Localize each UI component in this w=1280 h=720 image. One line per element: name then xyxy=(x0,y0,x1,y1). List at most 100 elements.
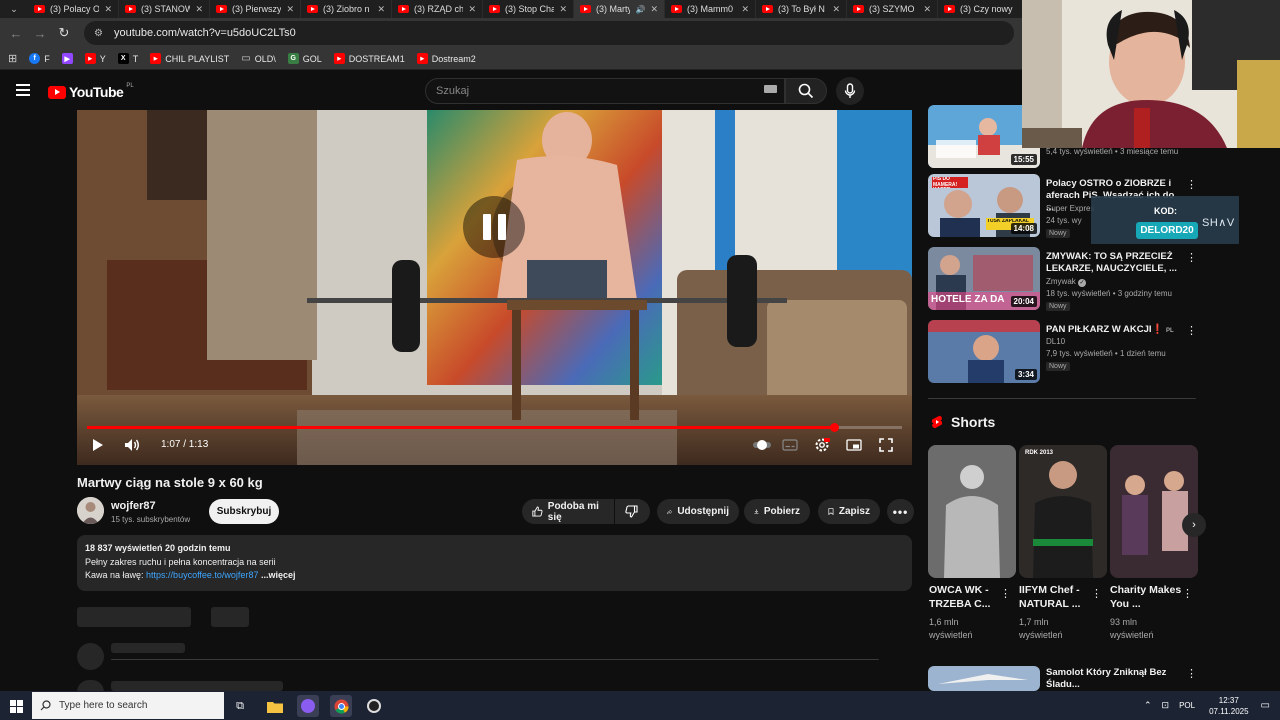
bookmark-gol[interactable]: G GOL xyxy=(287,53,322,64)
search-button[interactable] xyxy=(785,78,827,104)
clock[interactable]: 12:37 07.11.2025 xyxy=(1209,695,1248,717)
progress-scrubber[interactable] xyxy=(829,423,839,432)
recommended-video[interactable]: 3:34 PAN PIŁKARZ W AKCJI❗ PL DL10 7,9 ty… xyxy=(928,320,1198,385)
close-icon[interactable]: ✕ xyxy=(832,4,840,15)
bookmark-x[interactable]: XT xyxy=(117,53,138,64)
share-button[interactable]: Udostępnij xyxy=(657,499,739,524)
menu-icon[interactable] xyxy=(16,84,30,96)
speaker-icon[interactable]: 🔊 xyxy=(635,5,645,14)
tab-search-chevron-icon[interactable]: ⌄ xyxy=(0,0,28,18)
reload-icon[interactable]: ↻ xyxy=(52,21,76,45)
description-box[interactable]: 18 837 wyświetleń 20 godzin temu Pełny z… xyxy=(77,535,912,591)
browser-tab[interactable]: (3) Polacy O ✕ xyxy=(28,0,119,18)
save-button[interactable]: Zapisz xyxy=(818,499,880,524)
browser-tab[interactable]: (3) STANOW ✕ xyxy=(119,0,210,18)
obs-app-icon[interactable] xyxy=(363,695,385,717)
fullscreen-button[interactable] xyxy=(877,437,895,453)
browser-tab[interactable]: (3) SZYMO ✕ xyxy=(847,0,938,18)
back-arrow-icon[interactable]: ← xyxy=(4,21,28,45)
more-vertical-icon[interactable]: ⋮ xyxy=(1186,667,1197,680)
pause-indicator-icon[interactable] xyxy=(463,196,525,258)
settings-button[interactable] xyxy=(813,437,831,453)
youtube-logo[interactable]: YouTube PL xyxy=(48,83,134,100)
close-icon[interactable]: ✕ xyxy=(468,4,476,15)
browser-tab[interactable]: (3) Pierwszy ✕ xyxy=(210,0,301,18)
show-more-link[interactable]: ...więcej xyxy=(258,570,296,580)
play-button[interactable] xyxy=(90,437,106,453)
download-button[interactable]: Pobierz xyxy=(744,499,810,524)
recommended-video[interactable]: Samolot Który Zniknął Bez Śladu... ⋮ xyxy=(928,666,1198,691)
subtitles-button[interactable] xyxy=(781,438,799,452)
site-settings-icon[interactable]: ⚙ xyxy=(94,27,106,39)
bookmark-dostream2[interactable]: ▶ Dostream2 xyxy=(416,53,476,64)
close-icon[interactable]: ✕ xyxy=(286,4,294,15)
short-thumbnail[interactable] xyxy=(1110,445,1198,578)
dislike-button[interactable] xyxy=(615,499,650,524)
bookmark-dostream1[interactable]: ▶ DOSTREAM1 xyxy=(333,53,405,64)
browser-tab[interactable]: (3) Mamm0 ✕ xyxy=(665,0,756,18)
more-vertical-icon[interactable]: ⋮ xyxy=(1182,587,1193,600)
browser-tab[interactable]: (3) To Był N ✕ xyxy=(756,0,847,18)
autoplay-toggle[interactable] xyxy=(752,438,772,452)
bookmark-chil-playlist[interactable]: ▶ CHIL PLAYLIST xyxy=(150,53,229,64)
chrome-app-icon[interactable] xyxy=(330,695,352,717)
search-input[interactable]: Szukaj xyxy=(425,78,785,104)
video-player[interactable]: 1:07 / 1:13 xyxy=(77,110,912,465)
shorts-next-button[interactable]: › xyxy=(1182,513,1206,537)
apps-grid-icon[interactable]: ⊞ xyxy=(8,52,17,65)
volume-button[interactable] xyxy=(123,437,141,453)
network-icon[interactable]: ⊡ xyxy=(1162,700,1170,711)
forward-arrow-icon[interactable]: → xyxy=(28,21,52,45)
description-link[interactable]: https://buycoffee.to/wojfer87 xyxy=(146,570,258,580)
more-vertical-icon[interactable]: ⋮ xyxy=(1091,587,1102,600)
more-vertical-icon[interactable]: ⋮ xyxy=(1186,324,1197,337)
browser-tab[interactable]: (3) Ziobro n ✕ xyxy=(301,0,392,18)
close-icon[interactable]: ✕ xyxy=(559,4,567,15)
bookmark-twitch[interactable]: ▶ xyxy=(61,53,73,64)
bookmark-label: CHIL PLAYLIST xyxy=(165,53,230,64)
channel-avatar[interactable] xyxy=(77,497,104,524)
progress-bar[interactable] xyxy=(87,423,902,432)
bookmark-facebook[interactable]: fF xyxy=(29,53,50,64)
more-actions-button[interactable]: ••• xyxy=(887,499,914,524)
task-view-icon[interactable]: ⧉ xyxy=(229,695,251,717)
subscribe-button[interactable]: Subskrybuj xyxy=(209,499,279,524)
messenger-app-icon[interactable] xyxy=(297,695,319,717)
voice-search-button[interactable] xyxy=(836,77,864,105)
video-thumbnail[interactable]: HOTELE ZA DA 20:04 xyxy=(928,247,1040,310)
taskbar-search-box[interactable]: Type here to search xyxy=(32,692,224,719)
search-placeholder: Szukaj xyxy=(436,85,470,97)
recommended-video[interactable]: HOTELE ZA DA 20:04 ZMYWAK: TO SĄ PRZECIE… xyxy=(928,247,1198,312)
url-field[interactable]: ⚙ youtube.com/watch?v=u5doUC2LTs0 xyxy=(84,21,1014,45)
more-vertical-icon[interactable]: ⋮ xyxy=(1000,587,1011,600)
close-icon[interactable]: ✕ xyxy=(104,4,112,15)
short-thumbnail[interactable] xyxy=(928,445,1016,578)
bookmark-youtube[interactable]: ▶ Y xyxy=(84,53,106,64)
miniplayer-button[interactable] xyxy=(845,438,863,452)
keyboard-icon[interactable] xyxy=(764,85,777,93)
close-icon[interactable]: ✕ xyxy=(741,4,749,15)
browser-tab[interactable]: (3) Stop Cha ✕ xyxy=(483,0,574,18)
close-icon[interactable]: ✕ xyxy=(650,4,658,15)
close-icon[interactable]: ✕ xyxy=(923,4,931,15)
bookmark-folder-old[interactable]: ▭ OLD\ xyxy=(241,53,275,64)
like-button[interactable]: Podoba mi się xyxy=(522,499,614,524)
channel-name[interactable]: wojfer87 xyxy=(111,500,156,512)
browser-tab[interactable]: (3) RZĄD ch ✕ xyxy=(392,0,483,18)
more-vertical-icon[interactable]: ⋮ xyxy=(1186,178,1197,191)
chevron-up-icon[interactable]: ⌃ xyxy=(1144,700,1152,711)
language-indicator[interactable]: POL xyxy=(1179,701,1195,710)
start-button[interactable] xyxy=(5,695,27,717)
browser-tab[interactable]: (3) Czy nowy xyxy=(938,0,1029,18)
close-icon[interactable]: ✕ xyxy=(377,4,385,15)
view-count-date: 18 837 wyświetleń 20 godzin temu xyxy=(85,543,231,553)
short-thumbnail[interactable]: RDK 2013 xyxy=(1019,445,1107,578)
close-icon[interactable]: ✕ xyxy=(195,4,203,15)
video-thumbnail[interactable]: 3:34 xyxy=(928,320,1040,383)
video-thumbnail[interactable] xyxy=(928,666,1040,691)
file-explorer-icon[interactable] xyxy=(264,695,286,717)
video-thumbnail[interactable]: PIS DO MAMERA! KAPER TUSK ZAPLAKAL 14:08 xyxy=(928,174,1040,237)
browser-tab-active[interactable]: (3) Marty 🔊 ✕ xyxy=(574,0,665,18)
more-vertical-icon[interactable]: ⋮ xyxy=(1186,251,1197,264)
notification-icon[interactable]: ▭ xyxy=(1261,700,1270,711)
